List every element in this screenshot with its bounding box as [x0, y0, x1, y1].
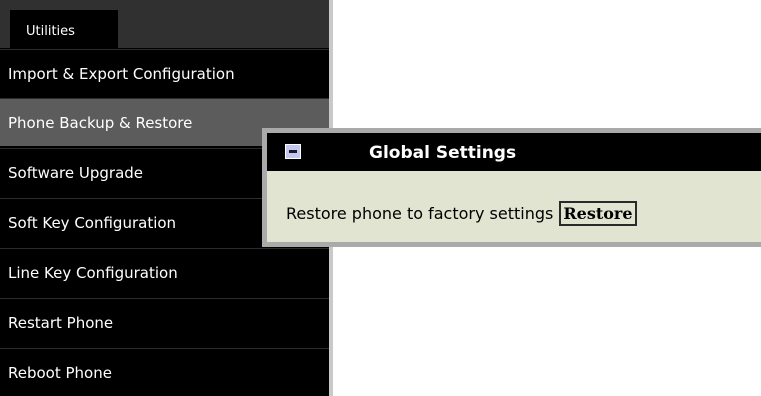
global-settings-panel: Global Settings Restore phone to factory… [262, 128, 761, 247]
global-settings-body: Global Settings Restore phone to factory… [267, 133, 761, 242]
menu-item-label: Soft Key Configuration [8, 213, 177, 232]
menu-item-label: Reboot Phone [8, 363, 112, 382]
menu-header: Utilities [0, 0, 329, 48]
collapse-minus-icon[interactable] [285, 144, 301, 159]
panel-title: Global Settings [369, 143, 517, 163]
menu-item-label: Software Upgrade [8, 163, 144, 182]
restore-label: Restore phone to factory settings [286, 204, 554, 223]
panel-title-bar: Global Settings [267, 133, 761, 171]
menu-item-restart-phone[interactable]: Restart Phone [0, 298, 329, 346]
menu-item-label: Line Key Configuration [8, 263, 178, 282]
menu-item-line-key-configuration[interactable]: Line Key Configuration [0, 248, 329, 296]
menu-item-import-export-configuration[interactable]: Import & Export Configuration [0, 49, 329, 97]
menu-item-label: Import & Export Configuration [8, 64, 235, 83]
menu-item-label: Phone Backup & Restore [8, 113, 193, 132]
restore-button[interactable]: Restore [559, 201, 637, 226]
menu-item-reboot-phone[interactable]: Reboot Phone [0, 348, 329, 396]
menu-item-label: Restart Phone [8, 313, 114, 332]
tab-utilities[interactable]: Utilities [10, 10, 118, 48]
restore-row: Restore phone to factory settings Restor… [286, 201, 637, 226]
